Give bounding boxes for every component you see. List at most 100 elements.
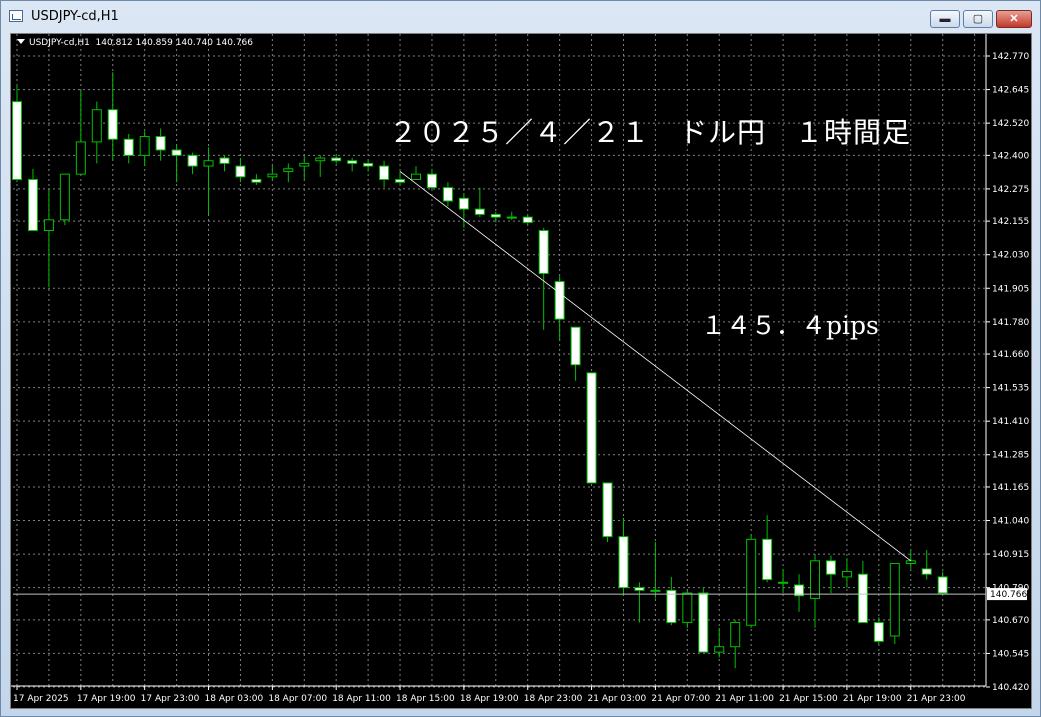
candle-body bbox=[43, 219, 54, 232]
price-tick-label: 140.545 bbox=[992, 649, 1029, 659]
candle-body bbox=[570, 326, 581, 366]
time-tick-label: 17 Apr 19:00 bbox=[77, 694, 136, 704]
candle-body bbox=[666, 589, 677, 624]
time-tick-label: 18 Apr 07:00 bbox=[268, 694, 327, 704]
maximize-button[interactable]: ▢ bbox=[963, 10, 993, 28]
candle-body bbox=[506, 216, 517, 219]
candle-body bbox=[426, 173, 437, 189]
chart-symbol: USDJPY-cd,H1 bbox=[29, 38, 90, 48]
candle-body bbox=[698, 592, 709, 653]
candle-body bbox=[267, 173, 278, 178]
price-tick-label: 142.400 bbox=[992, 151, 1029, 161]
candle-body bbox=[251, 179, 262, 183]
current-price-label: 140.766 bbox=[990, 590, 1027, 600]
price-tick-label: 141.905 bbox=[992, 284, 1029, 294]
candle-body bbox=[203, 160, 214, 167]
candle-body bbox=[682, 592, 693, 624]
chart-title-annotation: ２０２５／４／２１ ドル円 １時間足 bbox=[389, 116, 911, 149]
price-tick-label: 141.040 bbox=[992, 517, 1029, 527]
candle-body bbox=[107, 109, 118, 140]
candle-body bbox=[283, 168, 294, 172]
time-tick-label: 17 Apr 2025 bbox=[13, 694, 69, 704]
candle-body bbox=[730, 622, 741, 648]
candle-body bbox=[810, 560, 820, 599]
candle-body bbox=[857, 573, 868, 624]
time-tick-label: 18 Apr 23:00 bbox=[524, 694, 583, 704]
candle-body bbox=[746, 538, 757, 626]
candle-body bbox=[458, 197, 469, 210]
price-tick-label: 141.780 bbox=[992, 318, 1029, 328]
candle-body bbox=[219, 157, 230, 164]
price-tick-label: 142.645 bbox=[992, 86, 1029, 96]
chart-header: USDJPY-cd,H1 140.812 140.859 140.740 140… bbox=[17, 38, 253, 48]
candle-body bbox=[331, 157, 342, 162]
time-tick-label: 18 Apr 03:00 bbox=[205, 694, 264, 704]
candle-body bbox=[873, 622, 884, 642]
price-tick-label: 142.030 bbox=[992, 251, 1029, 261]
candle-body bbox=[59, 173, 70, 221]
candle-body bbox=[171, 149, 182, 156]
candle-body bbox=[586, 372, 597, 484]
candle-body bbox=[714, 646, 725, 653]
close-button[interactable]: ✕ bbox=[996, 10, 1032, 28]
candle-body bbox=[602, 482, 613, 538]
price-tick-label: 140.915 bbox=[992, 550, 1029, 560]
price-tick-label: 142.275 bbox=[992, 185, 1029, 195]
candle-body bbox=[650, 589, 661, 592]
candle-body bbox=[27, 179, 38, 232]
time-tick-label: 21 Apr 07:00 bbox=[651, 694, 710, 704]
price-tick-label: 141.165 bbox=[992, 483, 1029, 493]
time-tick-label: 21 Apr 19:00 bbox=[843, 694, 902, 704]
chart-canvas[interactable]: 142.770 142.645 142.520 142.400 142.275 142.1… bbox=[11, 34, 1031, 708]
candle-body bbox=[778, 581, 789, 584]
candle-body bbox=[937, 576, 948, 594]
candle-body bbox=[347, 160, 358, 164]
candle-body bbox=[363, 162, 374, 167]
candle-body bbox=[91, 109, 102, 143]
candle-body bbox=[618, 536, 629, 589]
chart-window: USDJPY-cd,H1 ▬ ▢ ✕ 142.770 142.645 142.520… bbox=[0, 0, 1041, 717]
time-tick-label: 21 Apr 23:00 bbox=[907, 694, 966, 704]
candle-body bbox=[12, 101, 22, 181]
chart-window-icon bbox=[9, 10, 23, 22]
time-tick-label: 21 Apr 11:00 bbox=[715, 694, 774, 704]
candle-body bbox=[905, 560, 916, 564]
price-tick-label: 142.770 bbox=[992, 52, 1029, 62]
title-bar[interactable]: USDJPY-cd,H1 ▬ ▢ ✕ bbox=[1, 1, 1040, 33]
candle-body bbox=[315, 157, 326, 162]
candle-body bbox=[841, 571, 852, 578]
pips-annotation: １４５．４pips bbox=[701, 311, 879, 340]
price-tick-label: 141.535 bbox=[992, 384, 1029, 394]
price-chart[interactable]: 142.770 142.645 142.520 142.400 142.275 142.1… bbox=[10, 33, 1032, 709]
price-tick-label: 141.285 bbox=[992, 451, 1029, 461]
candle-body bbox=[139, 136, 150, 156]
candle-body bbox=[155, 136, 166, 151]
candle-body bbox=[187, 154, 198, 167]
candle-body bbox=[554, 281, 565, 320]
dropdown-triangle-icon[interactable] bbox=[17, 39, 25, 44]
candle-body bbox=[299, 162, 310, 167]
price-tick-label: 140.670 bbox=[992, 616, 1029, 626]
candle-body bbox=[474, 208, 485, 215]
price-tick-label: 140.420 bbox=[992, 683, 1029, 693]
candle-body bbox=[825, 560, 836, 575]
time-tick-label: 21 Apr 03:00 bbox=[588, 694, 647, 704]
price-tick-label: 142.520 bbox=[992, 119, 1029, 129]
candle-body bbox=[442, 187, 453, 202]
candle-body bbox=[395, 179, 406, 183]
time-tick-label: 18 Apr 15:00 bbox=[396, 694, 455, 704]
candle-body bbox=[411, 173, 421, 181]
candle-body bbox=[123, 138, 134, 156]
price-tick-label: 142.155 bbox=[992, 217, 1029, 227]
candle-body bbox=[538, 230, 549, 274]
candle-body bbox=[889, 562, 900, 637]
candle-body bbox=[634, 587, 645, 591]
time-tick-label: 18 Apr 19:00 bbox=[460, 694, 519, 704]
time-tick-label: 18 Apr 11:00 bbox=[332, 694, 391, 704]
window-title: USDJPY-cd,H1 bbox=[31, 9, 119, 24]
time-tick-label: 17 Apr 23:00 bbox=[141, 694, 200, 704]
time-tick-label: 21 Apr 15:00 bbox=[779, 694, 838, 704]
candle-body bbox=[921, 568, 932, 575]
minimize-button[interactable]: ▬ bbox=[930, 10, 960, 28]
candle-body bbox=[522, 216, 533, 223]
